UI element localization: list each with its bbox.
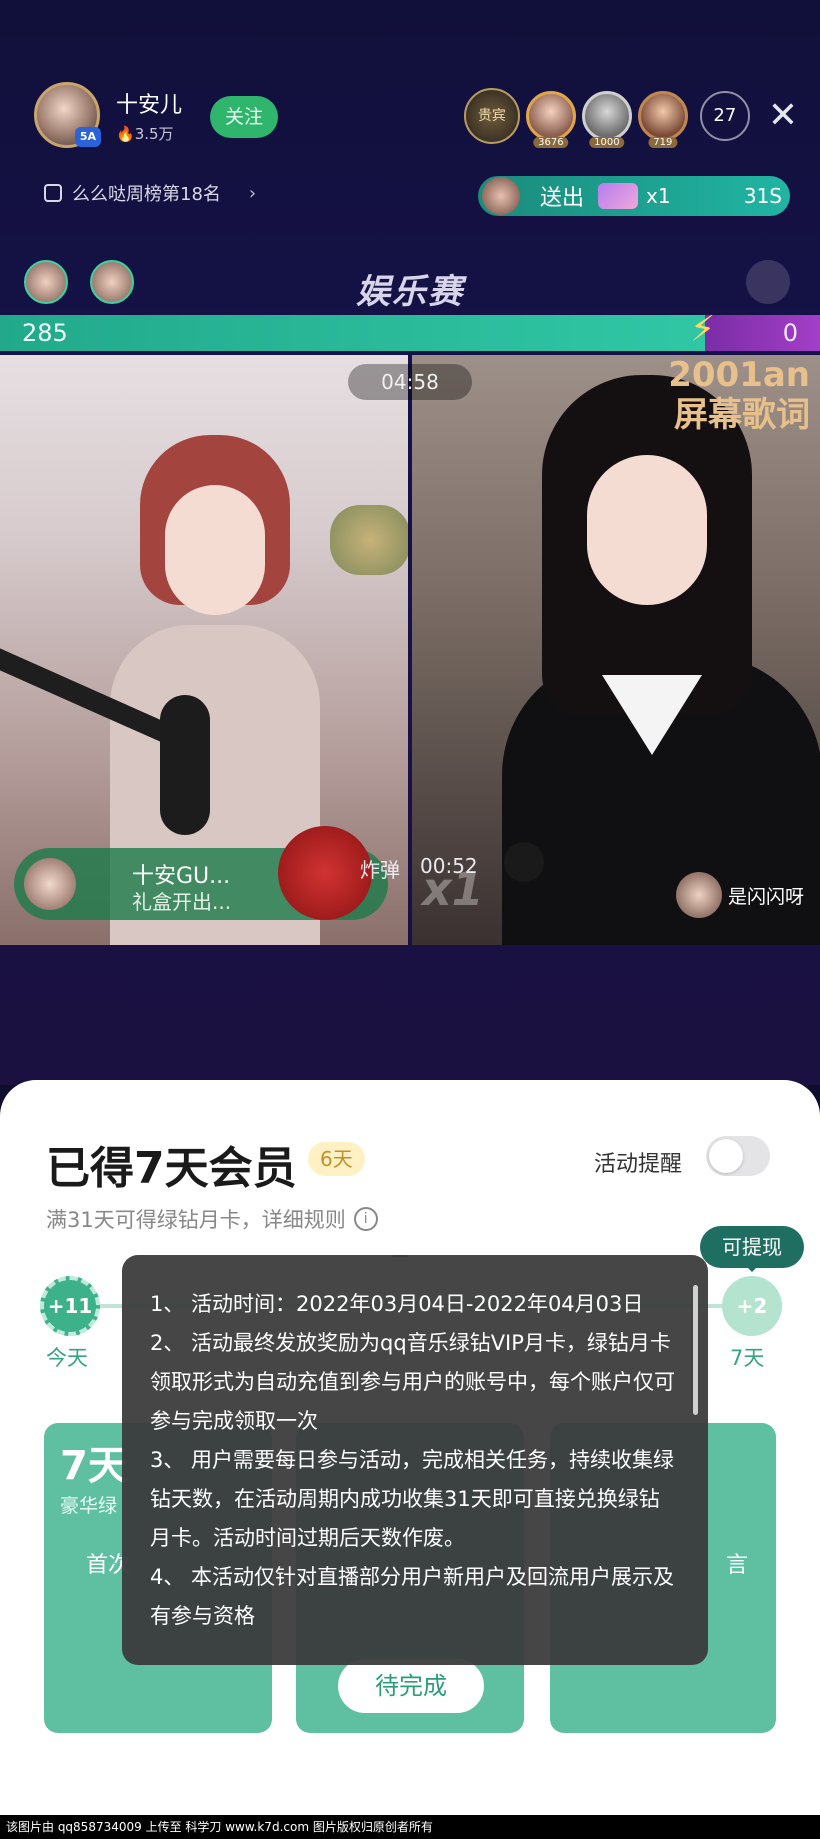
- gift-box-text: 礼盒开出...: [132, 890, 232, 914]
- card-days: 7天: [60, 1443, 128, 1489]
- step-today: +11: [40, 1276, 100, 1336]
- info-icon[interactable]: i: [353, 1207, 378, 1231]
- top-right-controls: 贵宾 3676 1000 719 27 ✕: [463, 88, 798, 148]
- rule-item: 1、 活动时间：2022年03月04日-2022年04月03日: [150, 1292, 644, 1316]
- vip-guest-badge[interactable]: 贵宾: [463, 88, 520, 144]
- host-name: 十安儿: [116, 92, 183, 118]
- withdraw-tag: 可提现: [700, 1226, 804, 1272]
- viewer-count[interactable]: 27: [699, 91, 750, 141]
- rank-icon: [44, 184, 62, 202]
- days-badge: 6天: [308, 1142, 365, 1176]
- follow-button[interactable]: 关注: [210, 96, 278, 138]
- top-fan-avatar[interactable]: 3676: [525, 91, 576, 148]
- guest-tag[interactable]: 是闪闪呀: [676, 872, 804, 918]
- sender-avatar: [24, 858, 76, 910]
- pending-button[interactable]: 待完成: [338, 1659, 484, 1713]
- fan-contribution: 3676: [533, 137, 569, 148]
- watermark-footer: 该图片由 qq858734009 上传至 科学刀 www.k7d.com 图片版…: [0, 1815, 820, 1839]
- bomb-label: 炸弹: [360, 858, 400, 882]
- pk-header: 娱乐赛: [0, 258, 820, 312]
- remind-toggle[interactable]: [706, 1136, 770, 1176]
- sofa-icon[interactable]: [746, 260, 790, 304]
- step-day7-label: 7天: [730, 1346, 765, 1370]
- bomb-icon: [504, 842, 544, 882]
- close-icon[interactable]: ✕: [768, 91, 798, 141]
- card-subtitle: 豪华绿: [60, 1495, 118, 1517]
- bomb-timer: 00:52: [420, 854, 478, 878]
- microphone: [160, 695, 210, 835]
- weekly-rank-link[interactable]: 么么哒周榜第18名 ›: [44, 180, 256, 206]
- battle-timer: 04:58: [348, 364, 472, 400]
- guest-name: 是闪闪呀: [728, 885, 805, 908]
- host-info[interactable]: 5A 十安儿 🔥3.5万: [34, 82, 182, 148]
- top-fan-avatar[interactable]: 1000: [581, 91, 632, 148]
- rules-tooltip[interactable]: 1、 活动时间：2022年03月04日-2022年04月03日 2、 活动最终发…: [122, 1255, 708, 1665]
- host-avatar[interactable]: 5A: [34, 82, 101, 148]
- step-today-label: 今天: [46, 1346, 88, 1370]
- gift-count: x1: [646, 184, 671, 208]
- host-level-badge: 5A: [75, 127, 101, 147]
- fan-contribution: 1000: [589, 137, 625, 148]
- remind-label: 活动提醒: [594, 1152, 683, 1177]
- gift-action-text: 送出: [540, 186, 585, 211]
- pk-score-bar: 285 ⚡ 0: [0, 309, 820, 351]
- step-day7: +2: [722, 1276, 782, 1336]
- host-heat: 🔥3.5万: [116, 124, 174, 143]
- gift-timer: 31S: [743, 184, 782, 208]
- lightning-icon: ⚡: [690, 309, 716, 350]
- modal-title: 已得7天会员: [46, 1143, 297, 1194]
- score-left: 285: [22, 319, 68, 347]
- gift-icon: [598, 183, 639, 209]
- chevron-right-icon: ›: [248, 182, 257, 204]
- streamer-right: [502, 375, 820, 945]
- lyric-overlay: 2001an 屏幕歌词: [668, 355, 810, 435]
- score-right: 0: [782, 319, 798, 347]
- tooltip-scrollbar[interactable]: [693, 1285, 698, 1415]
- rules-link[interactable]: 满31天可得绿钻月卡，详细规则 i: [46, 1204, 378, 1234]
- weekly-rank-text: 么么哒周榜第18名: [72, 184, 221, 205]
- rule-item: 4、 本活动仅针对直播部分用户新用户及回流用户展示及有参与资格: [150, 1565, 675, 1628]
- live-stream-area: 5A 十安儿 🔥3.5万 关注 贵宾 3676 1000 719 27 ✕ 么么…: [0, 0, 820, 1085]
- rule-item: 2、 活动最终发放奖励为qq音乐绿钻VIP月卡，绿钻月卡领取形式为自动充值到参与…: [150, 1331, 675, 1433]
- fire-icon: 🔥: [116, 124, 135, 143]
- seal-icon: [278, 826, 372, 920]
- fan-contribution: 719: [648, 137, 678, 148]
- gift-send-banner[interactable]: 送出 x1 31S: [478, 176, 790, 216]
- rule-item: 3、 用户需要每日参与活动，完成相关任务，持续收集绿钻天数，在活动周期内成功收集…: [150, 1448, 675, 1550]
- rules-text: 满31天可得绿钻月卡，详细规则: [46, 1208, 346, 1232]
- card-task: 言: [726, 1553, 749, 1578]
- guest-avatar: [676, 872, 722, 918]
- top-fan-avatar[interactable]: 719: [637, 91, 688, 148]
- plush-toys: [330, 505, 408, 575]
- pk-title: 娱乐赛: [356, 272, 464, 312]
- sender-avatar: [482, 177, 520, 215]
